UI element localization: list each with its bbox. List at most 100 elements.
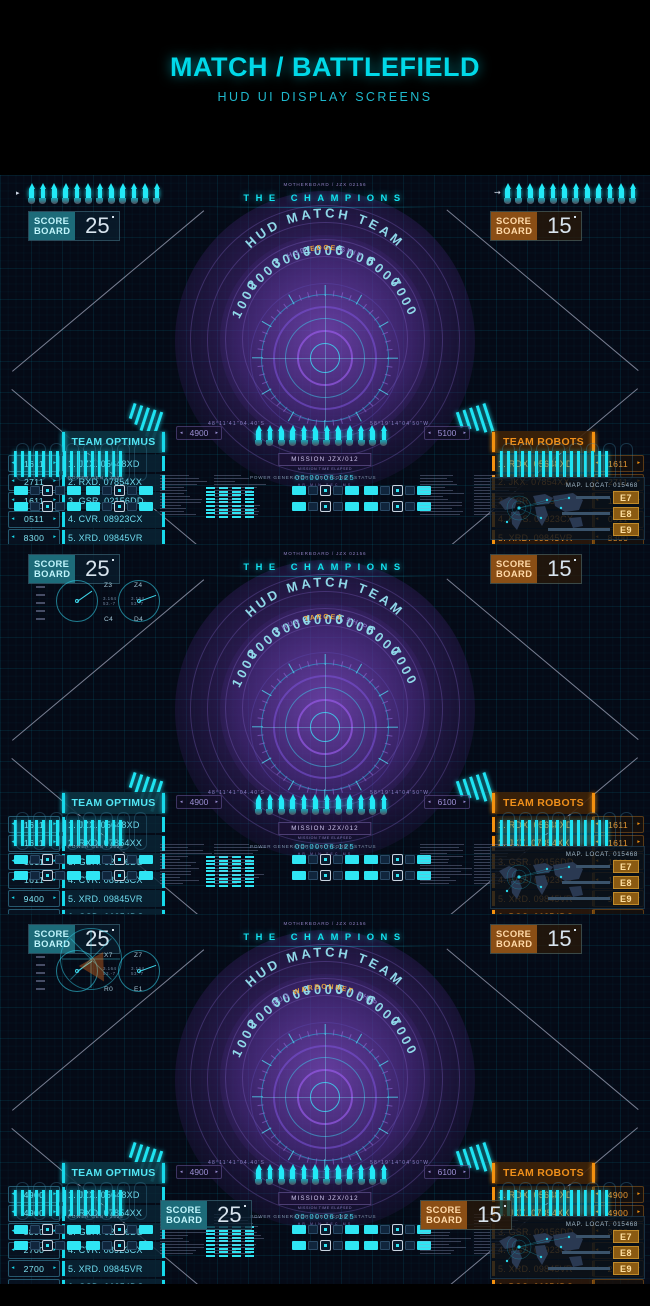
module-cell [292, 854, 359, 865]
team-player-row[interactable]: 6. GSD. 06254DG [62, 1279, 165, 1284]
missile-tail [323, 440, 330, 446]
radar-tick [387, 726, 398, 727]
map-badge-e8[interactable]: E8 [613, 507, 639, 520]
module-indicator [292, 1225, 306, 1234]
info-text-line [160, 511, 184, 512]
module-indicator [292, 486, 306, 495]
map-badge-e9[interactable]: E9 [613, 1262, 639, 1275]
team-player-row[interactable]: 5. XRD. 09845VR [62, 890, 165, 907]
missile-icon [550, 183, 557, 204]
map-badge-e7[interactable]: E7 [613, 491, 639, 504]
missile-icon [266, 425, 273, 446]
tick-segment [36, 988, 45, 990]
module-slot [308, 1225, 318, 1234]
module-slot [127, 1225, 137, 1234]
map-badge-e8[interactable]: E8 [613, 1246, 639, 1259]
missile-icon [312, 1164, 319, 1185]
info-text-line [420, 877, 450, 878]
info-text-line [160, 1241, 189, 1242]
info-text-line [160, 862, 196, 863]
missile-tail [266, 809, 273, 815]
missile-icon [607, 183, 614, 204]
scoreboard-label: SCORE BOARD [491, 925, 537, 953]
missile-tail [289, 1179, 296, 1185]
instrument-label-z3: Z3 [104, 582, 113, 589]
info-text-line [420, 487, 445, 488]
missile-tail [51, 198, 58, 204]
missile-icon [335, 1164, 342, 1185]
missile-icon [255, 425, 262, 446]
info-text-line [420, 1250, 454, 1251]
map-badge-e9[interactable]: E9 [613, 892, 639, 905]
compass-spoke [70, 938, 91, 959]
compass-rose [60, 928, 122, 990]
module-indicator [14, 502, 28, 511]
map-badge-e9[interactable]: E9 [613, 523, 639, 536]
info-text-line [420, 859, 449, 860]
missile-icon [369, 425, 376, 446]
compass-spoke [62, 959, 91, 960]
module-core [42, 485, 53, 496]
missile-tail [62, 198, 69, 204]
missile-tail [312, 440, 319, 446]
module-core [392, 485, 403, 496]
info-text-line [160, 868, 199, 869]
info-text-line [420, 1244, 449, 1245]
info-text-line [214, 865, 242, 866]
module-grid-right-inner [292, 854, 431, 881]
info-text-line [214, 883, 237, 884]
capsule-outline [16, 812, 29, 850]
compass-spoke [91, 930, 92, 959]
power-gen-label: POWER GEN / 2525 [68, 475, 123, 480]
team-player-row[interactable]: 5. XRD. 09845VR [62, 1260, 165, 1277]
module-slot [30, 1225, 40, 1234]
map-badge-e7[interactable]: E7 [613, 860, 639, 873]
info-text-line [214, 481, 235, 482]
map-badge-e8[interactable]: E8 [613, 876, 639, 889]
module-slot [405, 871, 415, 880]
capsule-outline [569, 812, 582, 850]
info-text-line [214, 478, 249, 479]
missile-icon [312, 425, 319, 446]
scoreboard-label-line2: BOARD [34, 569, 70, 579]
missile-tail [131, 198, 138, 204]
module-indicator [14, 871, 28, 880]
capsule-outline [569, 1182, 582, 1220]
module-core [114, 501, 125, 512]
module-indicator [86, 855, 100, 864]
team-player-row[interactable]: 4. CVR. 08923CX [62, 511, 165, 528]
missile-row-center [255, 425, 387, 446]
module-indicator [364, 1225, 378, 1234]
team-player-row[interactable]: 5. XRD. 09845VR [62, 529, 165, 544]
radar-core [250, 283, 400, 433]
missile-icon [527, 183, 534, 204]
tick-segment [36, 602, 45, 604]
info-text-line [420, 1253, 451, 1254]
team-player-row[interactable]: 6. BGS. 06254DG [492, 1279, 595, 1284]
radar-crosshair [325, 664, 326, 790]
module-slot [55, 855, 65, 864]
tick-segment [36, 956, 45, 958]
instrument-label-z7: Z7 [134, 952, 143, 959]
module-core [320, 485, 331, 496]
module-core [42, 501, 53, 512]
module-slot [405, 502, 415, 511]
module-slot [102, 855, 112, 864]
module-slot [308, 871, 318, 880]
missile-body [325, 800, 330, 809]
module-slot [333, 486, 343, 495]
scoreboard-value: 15 [537, 925, 581, 953]
scoreboard-label: SCORE BOARD [161, 1201, 207, 1229]
module-core [320, 1224, 331, 1235]
module-slot [380, 1241, 390, 1250]
capsule-outline [536, 812, 549, 850]
score-chip: 8300 [8, 529, 60, 544]
mid-value-right: 6100 [424, 795, 470, 809]
info-text-line [160, 508, 186, 509]
info-text-block [214, 475, 266, 517]
info-text-line [420, 1235, 449, 1236]
coordinate-right: 58°19'14"04'50"W [370, 421, 429, 427]
scoreboard-label-line2: BOARD [496, 226, 532, 236]
map-badge-e7[interactable]: E7 [613, 1230, 639, 1243]
missile-row-center [255, 1164, 387, 1185]
